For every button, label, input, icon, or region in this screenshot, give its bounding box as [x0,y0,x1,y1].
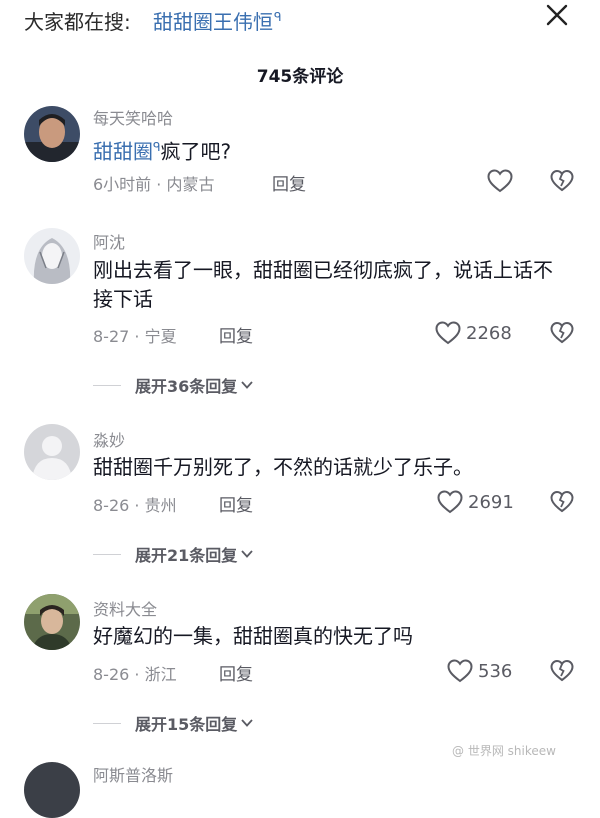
avatar[interactable] [24,106,80,162]
comment-time-location: 8-27 · 宁夏 [93,327,177,346]
default-avatar-icon [24,424,80,480]
watermark: @ 世界网 shikeew [452,744,556,758]
expand-replies-label: 展开36条回复 [135,377,238,396]
comment-username[interactable]: 阿斯普洛斯 [93,762,173,786]
broken-heart-icon [550,659,574,682]
expand-replies-button[interactable]: 展开21条回复 [93,542,254,566]
reply-button[interactable]: 回复 [219,491,253,516]
comment-time-location: 6小时前 · 内蒙古 [93,175,215,194]
chevron-down-icon [241,381,253,389]
heart-icon [447,659,473,683]
search-icon: ᑫ [153,140,161,154]
broken-heart-icon [550,321,574,344]
comment-text: 好魔幻的一集，甜甜圈真的快无了吗 [93,624,413,648]
like-button[interactable]: 2691 [436,488,514,516]
close-icon [546,4,568,26]
divider-line [93,553,121,555]
expand-replies-button[interactable]: 展开36条回复 [93,373,254,397]
like-button[interactable] [486,167,514,195]
avatar[interactable] [24,424,80,480]
avatar[interactable] [24,594,80,650]
avatar-photo [24,594,80,650]
comment-username[interactable]: 资料大全 [93,596,157,620]
heart-icon [437,490,463,514]
trending-search-label: 大家都在搜: [24,10,131,34]
comment-text: 甜甜圈千万别死了，不然的话就少了乐子。 [93,455,473,479]
close-button[interactable] [540,0,574,34]
comment-search-link[interactable]: 甜甜圈 [93,140,153,164]
divider-line [93,384,121,386]
avatar-photo [24,762,80,818]
reply-button[interactable]: 回复 [219,322,253,347]
like-count: 2691 [468,491,514,513]
comment-count-title: 745条评论 [256,67,344,87]
broken-heart-icon [550,169,574,192]
heart-icon [435,321,461,345]
dislike-button[interactable] [549,658,575,684]
like-button[interactable]: 2268 [434,319,512,347]
expand-replies-label: 展开21条回复 [135,546,238,565]
avatar-photo [24,106,80,162]
avatar[interactable] [24,228,80,284]
chevron-down-icon [241,550,253,558]
dislike-button[interactable] [549,489,575,515]
like-count: 2268 [466,322,512,344]
comment-text: 甜甜圈ᑫ疯了吧? [93,133,568,167]
like-button[interactable]: 536 [446,657,512,685]
comment-username[interactable]: 淼妙 [93,427,125,451]
like-count: 536 [478,660,513,682]
search-term-text[interactable]: 甜甜圈王伟恒 [153,10,273,34]
comment-text-suffix: 疯了吧? [160,139,232,164]
heart-icon [487,169,513,193]
search-icon: ᑫ [274,10,282,25]
expand-replies-button[interactable]: 展开15条回复 [93,711,254,735]
comment-time-location: 8-26 · 贵州 [93,496,177,515]
avatar[interactable] [24,762,80,818]
divider-line [93,722,121,724]
comment-username[interactable]: 每天笑哈哈 [93,105,173,129]
comment-time-location: 8-26 · 浙江 [93,665,177,684]
reply-button[interactable]: 回复 [219,660,253,685]
chevron-down-icon [241,719,253,727]
avatar-photo [24,228,80,284]
expand-replies-label: 展开15条回复 [135,715,238,734]
dislike-button[interactable] [549,320,575,346]
dislike-button[interactable] [549,168,575,194]
comment-text: 刚出去看了一眼，甜甜圈已经彻底疯了，说话上话不接下话 [93,258,553,311]
trending-search-bar[interactable]: 大家都在搜: 甜甜圈王伟恒ᑫ [0,0,600,42]
broken-heart-icon [550,490,574,513]
reply-button[interactable]: 回复 [272,170,306,195]
trending-search-term[interactable]: 甜甜圈王伟恒ᑫ [153,6,282,35]
comment-username[interactable]: 阿沈 [93,229,125,253]
